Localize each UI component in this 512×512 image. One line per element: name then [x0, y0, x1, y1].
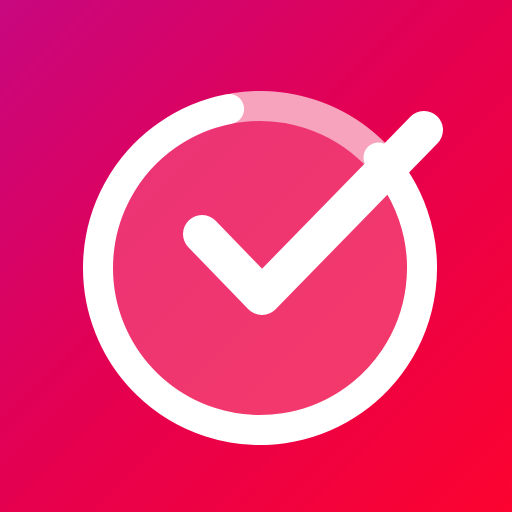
app-icon	[0, 0, 512, 512]
checkmark-progress-icon	[0, 0, 512, 512]
